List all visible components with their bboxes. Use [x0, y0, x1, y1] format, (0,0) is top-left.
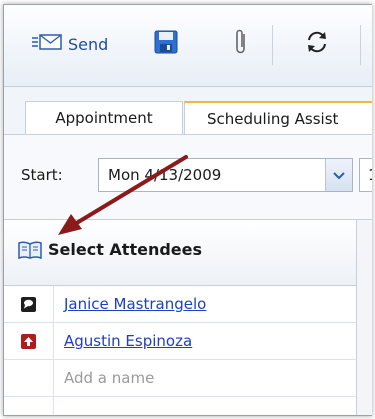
tab-label: Scheduling Assist: [207, 109, 339, 128]
start-time-field[interactable]: 1: [359, 158, 372, 192]
up-arrow-icon: [21, 333, 36, 349]
attendee-status: [4, 286, 54, 322]
empty-row: [4, 397, 357, 415]
attendee-name-link[interactable]: Agustin Espinoza: [64, 332, 192, 350]
start-label: Start:: [21, 166, 63, 184]
toolbar: Send: [4, 5, 372, 87]
select-attendees-label: Select Attendees: [48, 240, 203, 259]
attendee-status: [4, 397, 54, 415]
tab-scheduling-assistant[interactable]: Scheduling Assist: [184, 101, 372, 134]
chevron-down-icon: [333, 166, 345, 184]
attendee-row[interactable]: Agustin Espinoza: [4, 323, 357, 360]
toolbar-separator: [272, 25, 273, 65]
address-book-icon: [18, 240, 42, 264]
attendee-status: [4, 360, 54, 396]
send-envelope-icon: [32, 32, 62, 56]
tab-strip: Appointment Scheduling Assist: [4, 87, 372, 135]
date-dropdown-button[interactable]: [325, 159, 352, 191]
start-time-value: 1: [368, 166, 372, 184]
speech-bubble-icon: [21, 296, 36, 312]
attach-button[interactable]: [234, 29, 248, 59]
start-date-value: Mon 4/13/2009: [108, 166, 222, 184]
start-row: Start: Mon 4/13/2009 1: [4, 135, 372, 220]
tab-appointment[interactable]: Appointment: [25, 101, 183, 134]
send-label: Send: [68, 34, 109, 54]
schedule-grid-edge: [357, 220, 372, 415]
refresh-icon: [304, 29, 330, 59]
refresh-button[interactable]: [304, 29, 330, 59]
attendee-name-link[interactable]: Janice Mastrangelo: [64, 295, 206, 313]
attach-paperclip-icon: [234, 28, 248, 60]
toolbar-separator: [360, 25, 361, 65]
attendee-status: [4, 323, 54, 359]
add-name-row[interactable]: Add a name: [4, 360, 357, 397]
scheduling-window: Send Appointment Scheduling Assist Start…: [3, 4, 372, 416]
start-date-picker[interactable]: Mon 4/13/2009: [98, 158, 353, 192]
tab-label: Appointment: [55, 109, 153, 127]
select-attendees-header[interactable]: Select Attendees: [4, 220, 357, 286]
save-disk-icon: [154, 30, 178, 58]
attendee-row[interactable]: Janice Mastrangelo: [4, 286, 357, 323]
send-button[interactable]: Send: [32, 29, 108, 59]
save-button[interactable]: [154, 29, 178, 59]
add-name-input[interactable]: Add a name: [64, 369, 154, 387]
